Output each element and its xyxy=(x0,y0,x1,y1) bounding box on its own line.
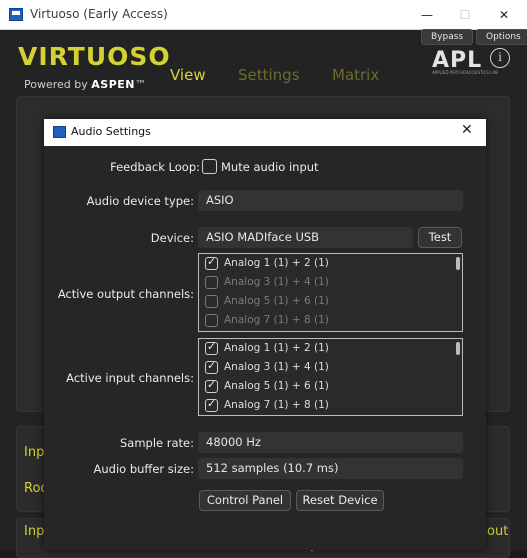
sample-rate-label: Sample rate: xyxy=(119,436,194,450)
bg-label-inp2: Inp xyxy=(24,524,45,539)
dialog-app-icon xyxy=(53,126,66,138)
feedback-loop-label: Feedback Loop: xyxy=(110,160,200,174)
device-label: Device: xyxy=(150,231,194,245)
tab-settings[interactable]: Settings xyxy=(238,66,300,84)
output-channels-list[interactable]: Analog 1 (1) + 2 (1) Analog 3 (1) + 4 (1… xyxy=(198,253,463,332)
input-list-scrollbar[interactable] xyxy=(456,342,460,355)
powered-by-prefix: Powered by xyxy=(24,78,88,91)
mute-input-checkbox[interactable] xyxy=(202,159,217,174)
audio-settings-dialog: Audio Settings ✕ Feedback Loop: Mute aud… xyxy=(44,119,486,550)
audio-device-type-label: Audio device type: xyxy=(86,194,194,208)
tab-matrix[interactable]: Matrix xyxy=(332,66,379,84)
mute-input-label[interactable]: Mute audio input xyxy=(221,160,319,174)
bg-label-out: out xyxy=(487,524,509,539)
bg-label-inp: Inp xyxy=(24,445,45,460)
brand: VIRTUOSO Powered by ASPEN™ xyxy=(18,42,171,91)
sample-rate-select[interactable]: 48000 Hz xyxy=(198,432,463,453)
input-channel-checkbox[interactable] xyxy=(205,397,218,412)
output-list-scrollbar[interactable] xyxy=(456,257,460,270)
apl-subtitle: APPLIED PSYCHOACOUSTICS LAB xyxy=(432,70,499,75)
active-output-label: Active output channels: xyxy=(57,287,194,301)
test-button[interactable]: Test xyxy=(418,227,462,248)
dialog-title: Audio Settings xyxy=(71,125,151,138)
powered-by: Powered by ASPEN™ xyxy=(24,78,146,91)
app-window-icon xyxy=(9,8,23,21)
input-channel-checkbox[interactable] xyxy=(205,359,218,374)
tab-view[interactable]: View xyxy=(170,66,206,84)
window-title: Virtuoso (Early Access) xyxy=(30,7,168,21)
control-panel-button[interactable]: Control Panel xyxy=(199,490,291,511)
virtuoso-logo: VIRTUOSO xyxy=(18,42,171,71)
input-channel-checkbox[interactable] xyxy=(205,340,218,355)
dialog-titlebar: Audio Settings ✕ xyxy=(44,119,486,146)
aspen-logo: ASPEN xyxy=(91,78,135,91)
bypass-button[interactable]: Bypass xyxy=(421,29,474,45)
active-input-label: Active input channels: xyxy=(66,371,194,385)
output-channel-checkbox[interactable] xyxy=(205,295,218,308)
output-channel-checkbox[interactable] xyxy=(205,255,218,270)
buffer-size-label: Audio buffer size: xyxy=(93,462,195,476)
input-channel-checkbox[interactable] xyxy=(205,378,218,393)
close-window-button[interactable]: ✕ xyxy=(481,0,527,30)
dialog-close-button[interactable]: ✕ xyxy=(461,122,473,138)
input-channels-list[interactable]: Analog 1 (1) + 2 (1) Analog 3 (1) + 4 (1… xyxy=(198,338,463,416)
device-select[interactable]: ASIO MADIface USB xyxy=(198,227,413,248)
output-channel-checkbox[interactable] xyxy=(205,314,218,327)
trademark: ™ xyxy=(134,78,146,91)
output-channel-checkbox[interactable] xyxy=(205,276,218,289)
options-button[interactable]: Options xyxy=(476,29,527,45)
audio-device-type-select[interactable]: ASIO xyxy=(198,190,463,211)
buffer-size-select[interactable]: 512 samples (10.7 ms) xyxy=(198,458,463,479)
window-titlebar: Virtuoso (Early Access) — ☐ ✕ xyxy=(0,0,527,30)
reset-device-button[interactable]: Reset Device xyxy=(296,490,384,511)
info-icon[interactable]: i xyxy=(490,48,510,68)
